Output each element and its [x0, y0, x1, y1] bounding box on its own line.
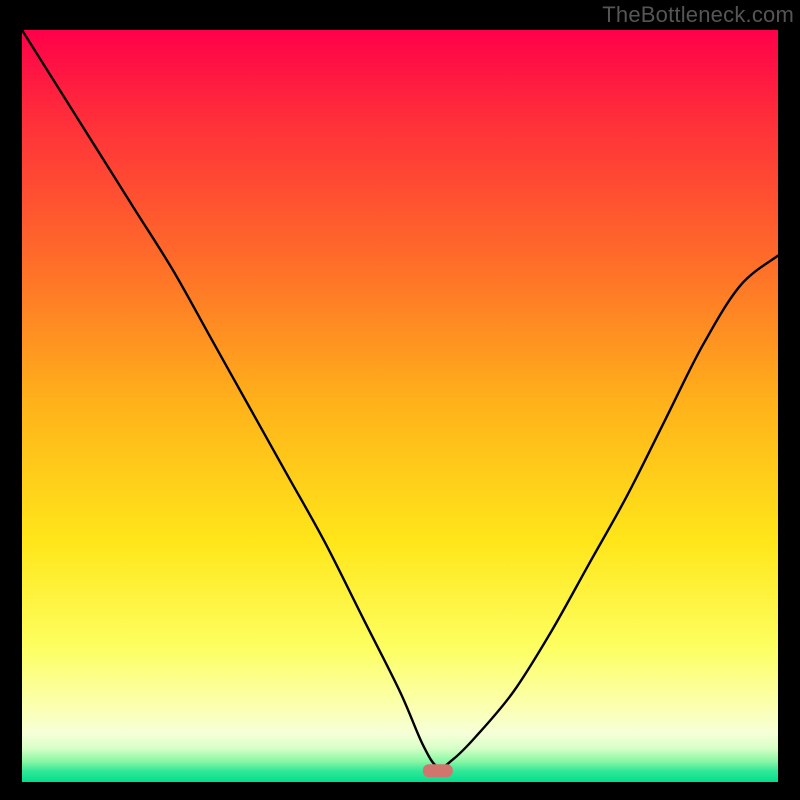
chart-frame: TheBottleneck.com [0, 0, 800, 800]
watermark-text: TheBottleneck.com [602, 2, 794, 28]
optimal-marker [423, 764, 453, 777]
plot-area [22, 30, 778, 782]
chart-svg [22, 30, 778, 782]
gradient-rect [22, 30, 778, 782]
